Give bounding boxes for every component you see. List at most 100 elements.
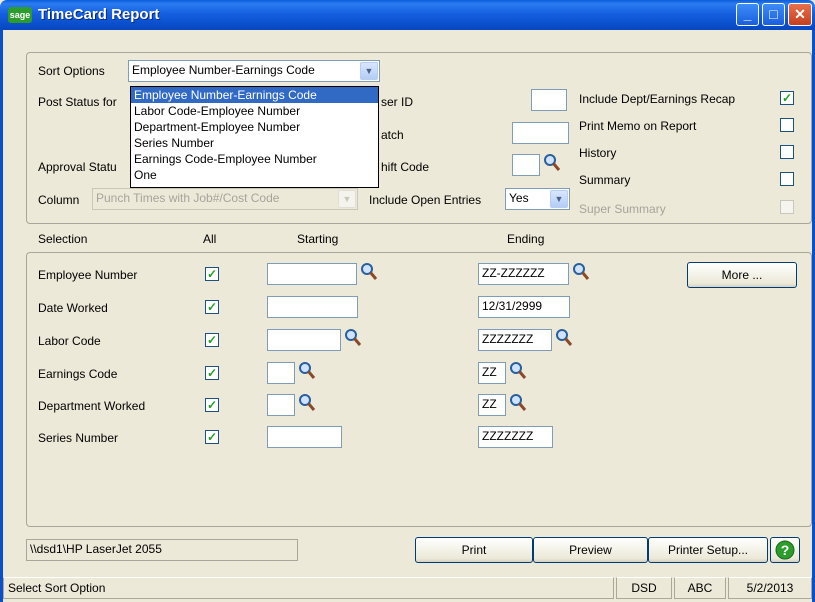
row-label: Labor Code (38, 334, 101, 348)
batch-input[interactable] (512, 122, 569, 144)
column-value: Punch Times with Job#/Cost Code (96, 191, 280, 205)
magnifier-icon[interactable] (572, 262, 590, 282)
selection-group (26, 252, 812, 527)
maximize-icon: □ (769, 6, 778, 22)
row-label: Department Worked (38, 399, 146, 413)
ending-input[interactable]: ZZZZZZZ (478, 329, 552, 351)
dropdown-option[interactable]: One (131, 167, 378, 183)
checkmark-icon: ✓ (206, 366, 218, 380)
magnifier-icon[interactable] (298, 393, 316, 413)
chevron-down-icon[interactable]: ▼ (550, 190, 568, 208)
summary-label: Summary (579, 173, 631, 187)
starting-input[interactable] (267, 263, 357, 285)
include-open-value: Yes (509, 191, 529, 205)
checkmark-icon: ✓ (206, 398, 218, 412)
all-checkbox[interactable]: ✓ (205, 267, 219, 281)
printer-field: \\dsd1\HP LaserJet 2055 (26, 539, 298, 561)
magnifier-icon[interactable] (298, 361, 316, 381)
print-memo-checkbox[interactable] (780, 118, 794, 132)
sort-options-label: Sort Options (38, 64, 105, 78)
dropdown-option[interactable]: Department-Employee Number (131, 119, 378, 135)
ending-input[interactable]: ZZZZZZZ (478, 426, 553, 448)
status-code: ABC (674, 577, 726, 599)
all-checkbox[interactable]: ✓ (205, 333, 219, 347)
more-button[interactable]: More ... (687, 262, 797, 288)
sort-options-select[interactable]: Employee Number-Earnings Code ▼ (128, 60, 380, 82)
ending-header: Ending (507, 232, 545, 246)
include-open-entries-select[interactable]: Yes ▼ (505, 188, 570, 210)
checkmark-icon: ✓ (781, 91, 793, 105)
summary-checkbox[interactable] (780, 172, 794, 186)
status-date: 5/2/2013 (728, 577, 812, 599)
starting-input[interactable] (267, 329, 341, 351)
history-label: History (579, 146, 617, 160)
ending-input[interactable]: 12/31/2999 (478, 296, 570, 318)
chevron-down-icon: ▼ (338, 190, 356, 208)
magnifier-icon[interactable] (509, 361, 527, 381)
include-recap-label: Include Dept/Earnings Recap (579, 92, 736, 106)
magnifier-icon[interactable] (543, 153, 561, 173)
checkmark-icon: ✓ (206, 430, 218, 444)
user-id-input[interactable] (531, 89, 567, 111)
svg-text:?: ? (781, 542, 790, 558)
sort-options-dropdown[interactable]: Employee Number-Earnings Code Labor Code… (130, 86, 379, 188)
magnifier-icon[interactable] (344, 328, 362, 348)
print-memo-label: Print Memo on Report (579, 119, 697, 133)
all-checkbox[interactable]: ✓ (205, 430, 219, 444)
starting-input[interactable] (267, 362, 295, 384)
all-checkbox[interactable]: ✓ (205, 398, 219, 412)
shift-code-label: hift Code (381, 160, 430, 174)
sage-logo: sage (8, 7, 32, 23)
starting-input[interactable] (267, 426, 342, 448)
magnifier-icon[interactable] (509, 393, 527, 413)
status-company: DSD (616, 577, 672, 599)
column-label: Column (38, 193, 80, 207)
all-header: All (203, 232, 217, 246)
column-select: Punch Times with Job#/Cost Code ▼ (92, 188, 358, 210)
help-icon: ? (775, 540, 795, 560)
ending-input[interactable]: ZZ (478, 394, 506, 416)
approval-status-label: Approval Statu (38, 160, 117, 174)
post-status-label: Post Status for (38, 95, 117, 109)
row-label: Earnings Code (38, 367, 118, 381)
shift-code-input[interactable] (512, 154, 540, 176)
row-label: Date Worked (38, 301, 108, 315)
dropdown-option[interactable]: Series Number (131, 135, 378, 151)
row-label: Series Number (38, 431, 119, 445)
minimize-button[interactable]: _ (736, 3, 759, 26)
magnifier-icon[interactable] (555, 328, 573, 348)
window-title: TimeCard Report (38, 6, 160, 23)
status-message: Select Sort Option (3, 577, 614, 599)
super-summary-checkbox (780, 200, 794, 214)
user-id-label: ser ID (381, 95, 414, 109)
row-label: Employee Number (38, 268, 138, 282)
dropdown-option[interactable]: Employee Number-Earnings Code (131, 87, 378, 103)
magnifier-icon[interactable] (360, 262, 378, 282)
sort-options-value: Employee Number-Earnings Code (132, 63, 315, 77)
starting-input[interactable] (267, 394, 295, 416)
super-summary-label: Super Summary (579, 202, 666, 216)
batch-label: atch (381, 128, 404, 142)
print-button[interactable]: Print (415, 537, 533, 563)
include-open-entries-label: Include Open Entries (369, 193, 482, 207)
ending-input[interactable]: ZZ-ZZZZZZ (478, 263, 569, 285)
close-button[interactable]: ✕ (788, 3, 812, 26)
checkmark-icon: ✓ (206, 300, 218, 314)
chevron-down-icon[interactable]: ▼ (360, 62, 378, 80)
preview-button[interactable]: Preview (533, 537, 648, 563)
printer-setup-button[interactable]: Printer Setup... (648, 537, 768, 563)
checkmark-icon: ✓ (206, 267, 218, 281)
dropdown-option[interactable]: Earnings Code-Employee Number (131, 151, 378, 167)
starting-input[interactable] (267, 296, 358, 318)
ending-input[interactable]: ZZ (478, 362, 506, 384)
dropdown-option[interactable]: Labor Code-Employee Number (131, 103, 378, 119)
selection-header: Selection (38, 232, 88, 246)
help-button[interactable]: ? (770, 537, 800, 563)
include-recap-checkbox[interactable]: ✓ (780, 91, 794, 105)
close-icon: ✕ (794, 6, 806, 22)
starting-header: Starting (297, 232, 339, 246)
maximize-button[interactable]: □ (762, 3, 785, 26)
all-checkbox[interactable]: ✓ (205, 300, 219, 314)
all-checkbox[interactable]: ✓ (205, 366, 219, 380)
history-checkbox[interactable] (780, 145, 794, 159)
